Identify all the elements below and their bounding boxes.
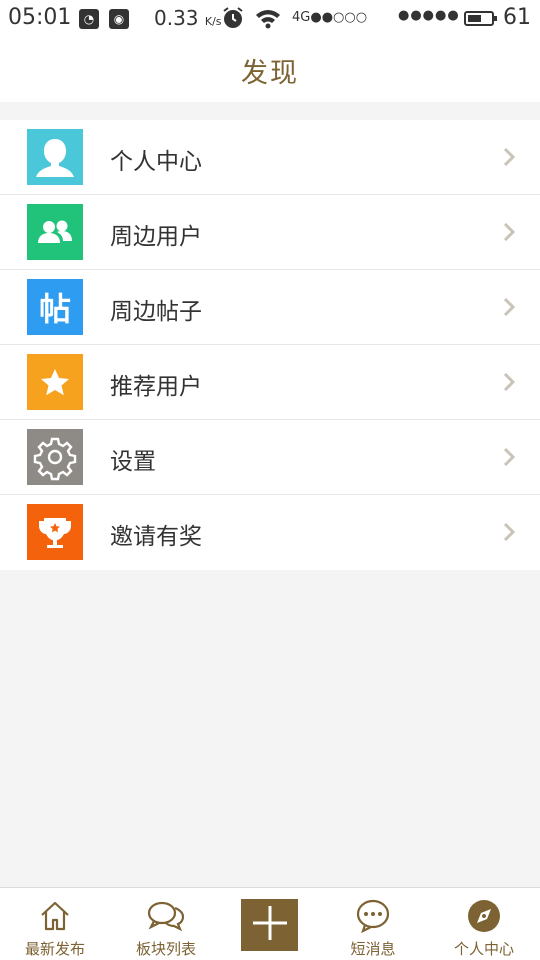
menu-item-label: 周边帖子	[110, 299, 202, 325]
menu-item-label: 邀请有奖	[110, 524, 202, 550]
battery-level: 61	[503, 5, 531, 30]
chevron-right-icon	[502, 446, 516, 472]
wifi-icon	[254, 6, 282, 35]
new-post-button[interactable]	[241, 899, 298, 951]
menu-item-label: 个人中心	[110, 149, 202, 175]
menu-item-invite-rewards[interactable]: 邀请有奖	[0, 495, 540, 570]
signal-strength-sim1: ●●○○○	[310, 10, 368, 25]
menu-item-label: 推荐用户	[110, 374, 202, 400]
tab-label: 个人中心	[453, 940, 514, 958]
tab-label: 最新发布	[24, 940, 85, 958]
plus-icon	[251, 904, 289, 946]
compass-icon	[467, 898, 501, 934]
post-icon: 帖	[27, 279, 83, 335]
avatar-icon	[27, 129, 83, 185]
tab-label: 板块列表	[135, 940, 196, 958]
signal-strength-sim2: ●●●●●	[398, 8, 460, 23]
chevron-right-icon	[502, 146, 516, 172]
tab-board-list[interactable]: 板块列表	[125, 888, 207, 960]
tab-label: 短消息	[350, 940, 396, 958]
menu-item-recommended-users[interactable]: 推荐用户	[0, 345, 540, 420]
trophy-icon	[27, 504, 83, 560]
status-bar: 05:01 ◔ ◉ 0.33 K/s 4G●●○○○ ●●●●● 61	[0, 0, 540, 38]
status-time: 05:01	[8, 5, 72, 30]
menu-item-personal-center[interactable]: 个人中心	[0, 120, 540, 195]
menu-item-nearby-posts[interactable]: 帖 周边帖子	[0, 270, 540, 345]
menu-item-nearby-users[interactable]: 周边用户	[0, 195, 540, 270]
home-icon	[38, 898, 72, 934]
tab-short-messages[interactable]: 短消息	[332, 888, 414, 960]
star-icon	[27, 354, 83, 410]
menu-item-label: 设置	[110, 449, 156, 475]
chevron-right-icon	[502, 296, 516, 322]
menu-item-settings[interactable]: 设置	[0, 420, 540, 495]
alarm-icon	[221, 6, 245, 35]
page-title: 发现	[241, 57, 299, 89]
tab-personal-center[interactable]: 个人中心	[443, 888, 525, 960]
chat-bubbles-icon	[146, 898, 186, 934]
weibo-notification-icon: ◉	[109, 9, 129, 29]
chevron-right-icon	[502, 521, 516, 547]
menu-item-label: 周边用户	[110, 224, 202, 250]
discover-menu: 个人中心 周边用户 帖 周边帖子 推荐用户 设置 邀请有奖	[0, 120, 540, 570]
gear-icon	[27, 429, 83, 485]
title-bar: 发现	[0, 38, 540, 102]
app-notification-icon: ◔	[79, 9, 99, 29]
chevron-right-icon	[502, 371, 516, 397]
network-speed: 0.33 K/s	[154, 6, 222, 30]
tab-latest-posts[interactable]: 最新发布	[14, 888, 96, 960]
message-icon	[355, 898, 391, 934]
battery-icon	[464, 11, 497, 26]
network-type: 4G●●○○○	[292, 10, 368, 25]
users-icon	[27, 204, 83, 260]
bottom-tab-bar: 最新发布 板块列表 短消息 个人中心	[0, 887, 540, 960]
battery-fill	[468, 15, 482, 22]
chevron-right-icon	[502, 221, 516, 247]
